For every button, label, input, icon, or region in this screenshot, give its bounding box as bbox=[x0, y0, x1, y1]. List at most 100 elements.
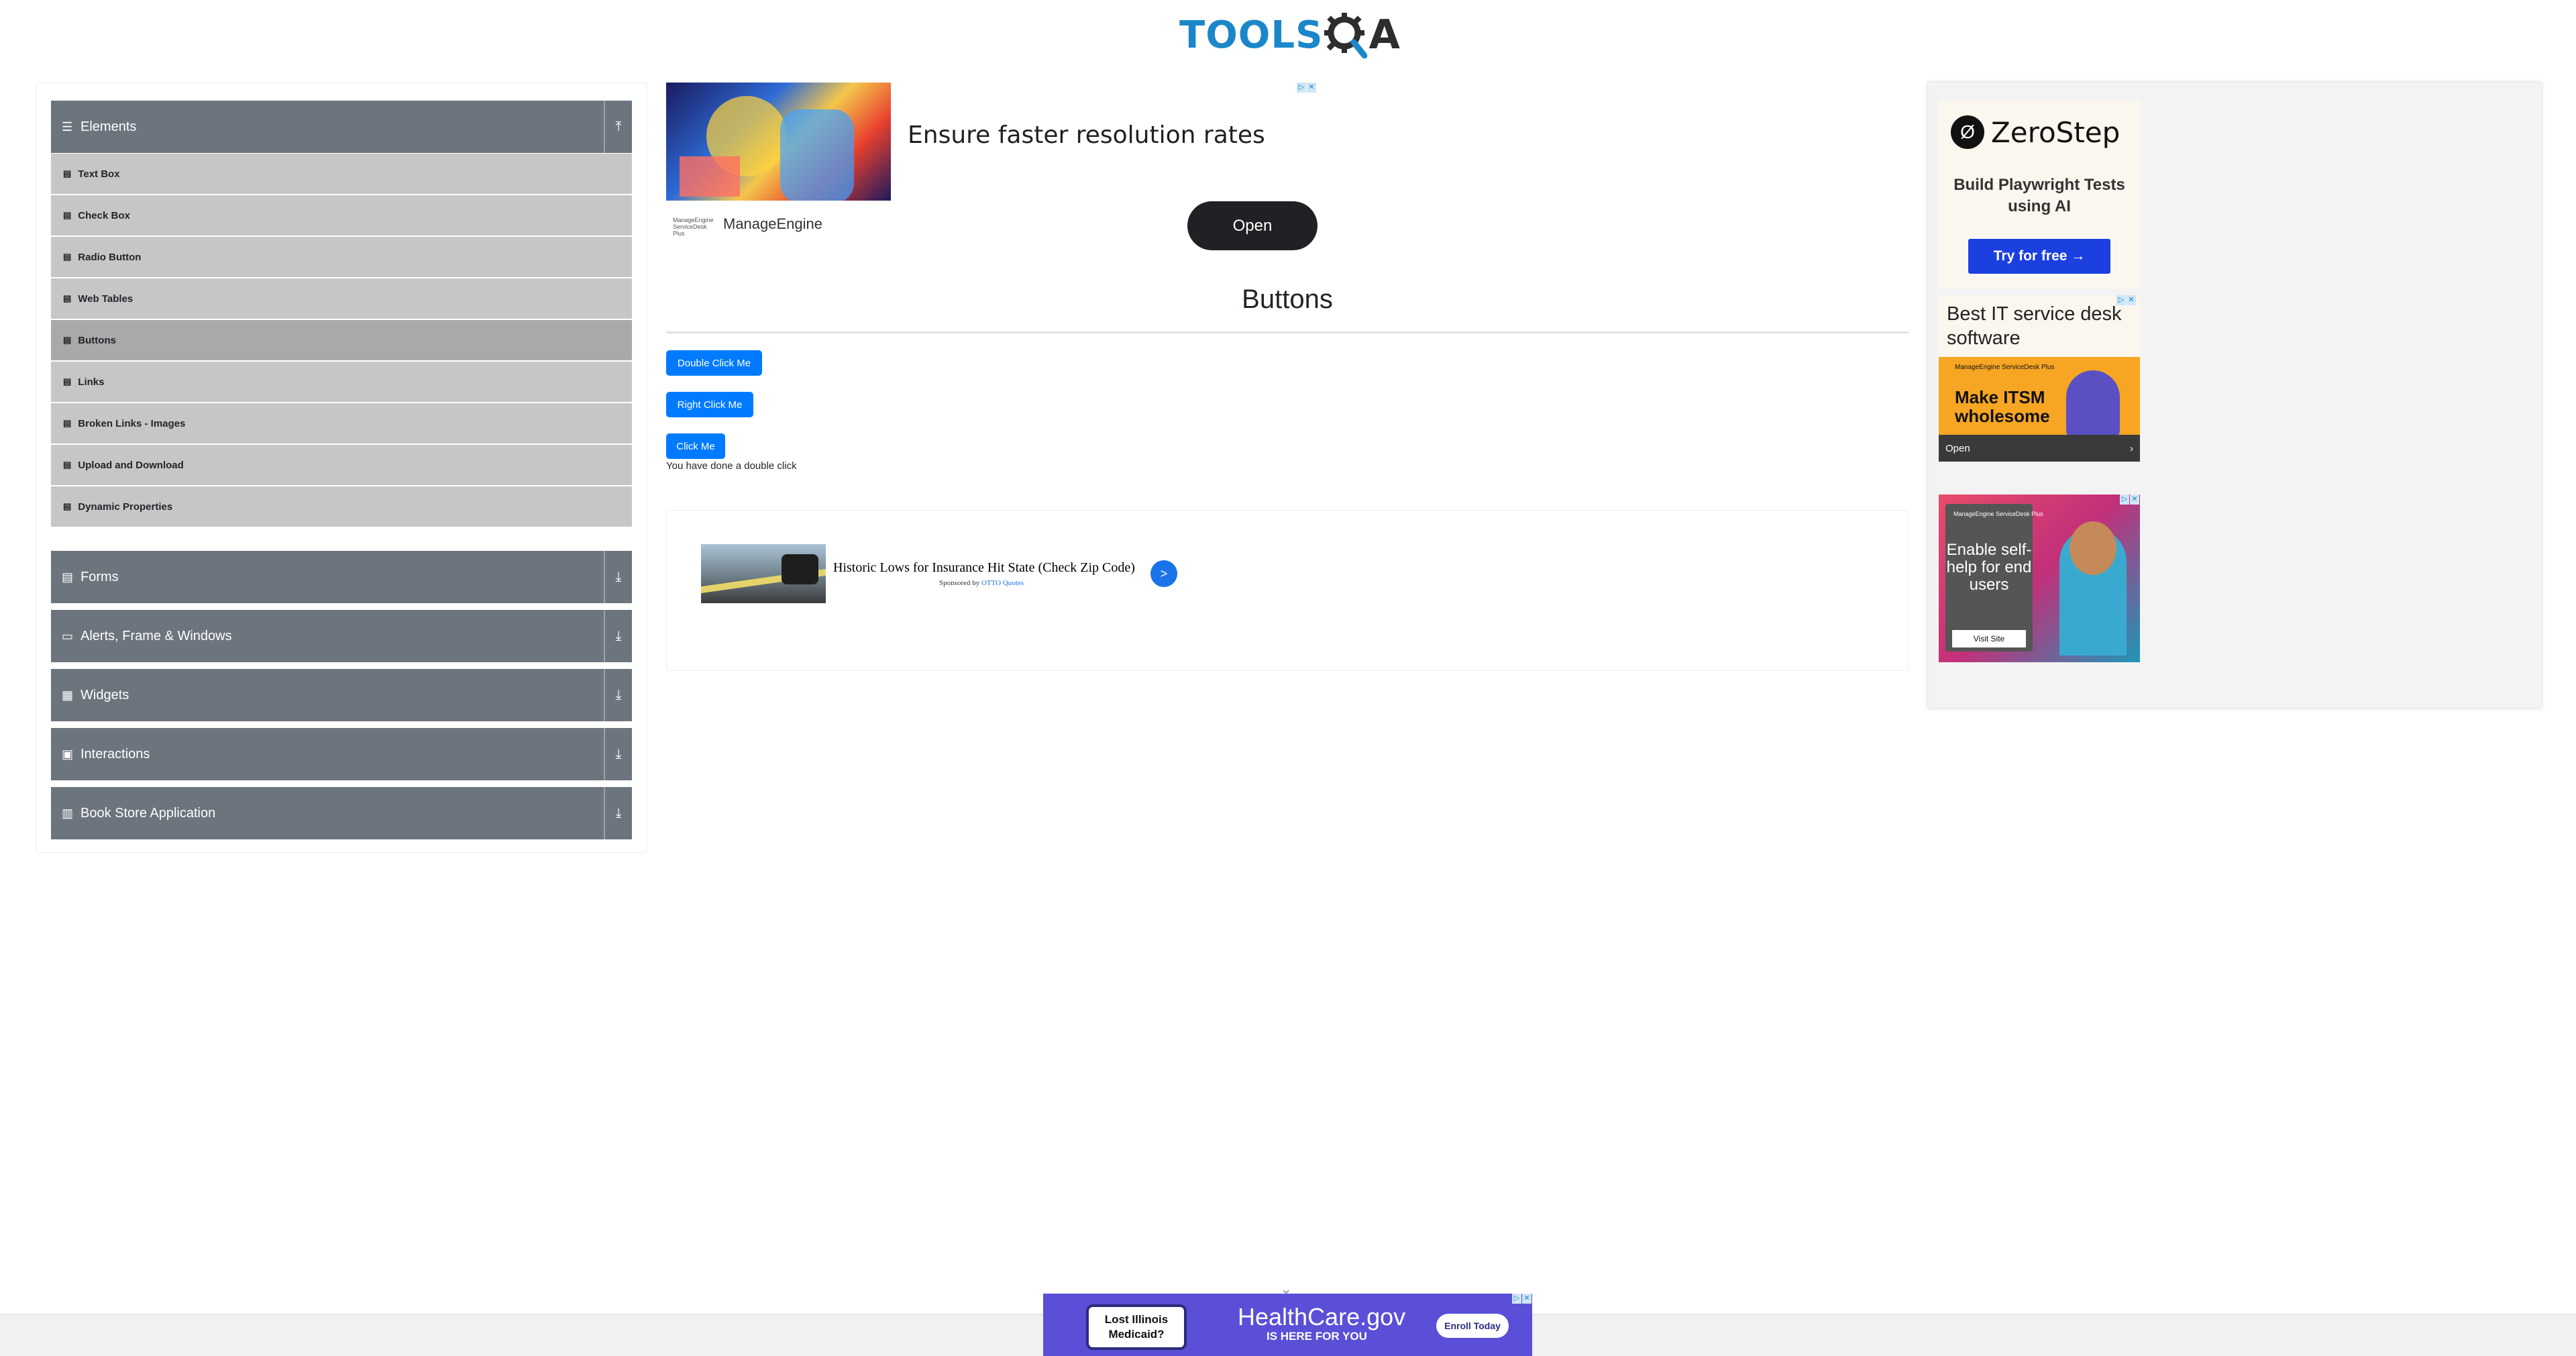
sidebar-item-upload-download[interactable]: ▤ Upload and Download bbox=[51, 445, 632, 486]
adchoices-icon[interactable]: ▷ ✕ bbox=[2116, 295, 2137, 305]
enroll-today-button[interactable]: Enroll Today bbox=[1436, 1314, 1509, 1338]
group-alerts-frame-windows[interactable]: ▭ Alerts, Frame & Windows ⤓ bbox=[51, 610, 632, 662]
hand-icon: ▣ bbox=[62, 747, 74, 761]
sidebar-item-radio-button[interactable]: ▤ Radio Button bbox=[51, 237, 632, 278]
page-title: Buttons bbox=[1242, 284, 1333, 314]
grid-icon: ▦ bbox=[62, 688, 74, 702]
sidebar-item-label: Check Box bbox=[78, 209, 130, 221]
adchoices-icon[interactable]: ▷ ✕ bbox=[1297, 83, 1317, 93]
group-book-store[interactable]: ▥ Book Store Application ⤓ bbox=[51, 787, 632, 839]
zerostep-ad[interactable]: Ø ZeroStep Build Playwright Tests using … bbox=[1939, 101, 2140, 289]
ad-open-button[interactable]: Open bbox=[1187, 201, 1318, 250]
sidebar-item-label: Radio Button bbox=[78, 251, 142, 263]
ad-brand: HealthCare.gov bbox=[1238, 1303, 1406, 1331]
expand-icon[interactable]: ⤓ bbox=[604, 610, 632, 662]
group-elements[interactable]: ☰ Elements ⤒ bbox=[51, 101, 632, 153]
ad-brand: ManageEngine ServiceDesk Plus bbox=[1953, 511, 2043, 517]
sidebar-item-label: Buttons bbox=[78, 334, 116, 346]
sponsor-link[interactable]: OTTO Quotes bbox=[981, 579, 1024, 587]
expand-icon[interactable]: ⤓ bbox=[604, 787, 632, 839]
inline-sponsored-ad[interactable]: Historic Lows for Insurance Hit State (C… bbox=[666, 510, 1909, 671]
doc-icon: ▤ bbox=[63, 376, 72, 386]
ad-open-label: Open bbox=[1945, 442, 1970, 454]
ad-go-button[interactable]: > bbox=[1150, 560, 1177, 587]
sidebar-item-label: Links bbox=[78, 376, 105, 388]
visit-site-button[interactable]: Visit Site bbox=[1952, 630, 2026, 647]
ad-face-image bbox=[2070, 521, 2116, 575]
ad-brand: ManageEngine ServiceDesk Plus bbox=[1955, 364, 2055, 371]
sidebar-item-label: Web Tables bbox=[78, 293, 133, 305]
sponsored-prefix: Sponsored by bbox=[939, 579, 980, 587]
doc-icon: ▤ bbox=[63, 210, 72, 220]
ad-headline: Best IT service desk software bbox=[1947, 303, 2122, 349]
right-click-button[interactable]: Right Click Me bbox=[666, 392, 753, 417]
logo-text: TOOLS bbox=[1179, 13, 1324, 57]
ad-image bbox=[666, 83, 891, 201]
expand-icon[interactable]: ⤓ bbox=[604, 728, 632, 780]
sidebar-item-dynamic-properties[interactable]: ▤ Dynamic Properties bbox=[51, 486, 632, 528]
top-banner-ad[interactable]: Ensure faster resolution rates ManageEng… bbox=[666, 83, 1318, 253]
sidebar-item-check-box[interactable]: ▤ Check Box bbox=[51, 195, 632, 237]
group-label: Alerts, Frame & Windows bbox=[80, 628, 232, 643]
sidebar-item-label: Upload and Download bbox=[78, 459, 184, 471]
sidebar-item-buttons[interactable]: ▤ Buttons bbox=[51, 320, 632, 362]
sidebar-item-label: Broken Links - Images bbox=[78, 417, 186, 429]
double-click-message: You have done a double click bbox=[666, 460, 797, 472]
elements-menu: ▤ Text Box ▤ Check Box ▤ Radio Button ▤ Web … bbox=[51, 154, 632, 528]
ad-title[interactable]: Historic Lows for Insurance Hit State (C… bbox=[833, 560, 1135, 576]
doc-icon: ▤ bbox=[63, 501, 72, 511]
zerostep-logo: Ø ZeroStep bbox=[1951, 115, 2120, 149]
ad-text: Enable self-help for end users bbox=[1946, 541, 2032, 594]
toolsqa-logo[interactable]: TOOLS A bbox=[1179, 9, 1400, 60]
adchoices-icon[interactable]: ▷ ✕ bbox=[2120, 494, 2140, 505]
sidebar-item-label: Text Box bbox=[78, 168, 120, 180]
ad-subtitle: IS HERE FOR YOU bbox=[1267, 1330, 1367, 1343]
sidebar-item-links[interactable]: ▤ Links bbox=[51, 362, 632, 403]
book-icon: ▥ bbox=[62, 806, 74, 820]
sidebar-item-text-box[interactable]: ▤ Text Box bbox=[51, 154, 632, 195]
collapse-icon[interactable]: ⤒ bbox=[604, 101, 632, 153]
doc-icon: ▤ bbox=[63, 168, 72, 178]
doc-icon: ▤ bbox=[63, 335, 72, 345]
ad-headline: Ensure faster resolution rates bbox=[908, 121, 1265, 149]
page-root: TOOLS A ☰ Elements ⤒ ▤ Text Box ▤ Check B bbox=[0, 0, 2576, 1356]
expand-icon[interactable]: ⤓ bbox=[604, 551, 632, 603]
window-icon: ▭ bbox=[62, 629, 74, 643]
try-free-button[interactable]: Try for free → bbox=[1966, 237, 2112, 276]
click-me-button[interactable]: Click Me bbox=[666, 433, 725, 459]
sidebar-item-broken-links[interactable]: ▤ Broken Links - Images bbox=[51, 403, 632, 445]
group-widgets[interactable]: ▦ Widgets ⤓ bbox=[51, 669, 632, 721]
sidebar-item-label: Dynamic Properties bbox=[78, 501, 173, 513]
left-sidebar: ☰ Elements ⤒ ▤ Text Box ▤ Check Box ▤ Radio… bbox=[36, 83, 647, 853]
gear-icon bbox=[1324, 13, 1368, 58]
zerostep-logo-icon: Ø bbox=[1951, 115, 1984, 149]
doc-icon: ▤ bbox=[63, 293, 72, 303]
double-click-button[interactable]: Double Click Me bbox=[666, 350, 762, 376]
menu-icon: ☰ bbox=[62, 119, 73, 134]
ad-image bbox=[701, 544, 826, 603]
ad-open-bar[interactable]: Open › bbox=[1939, 435, 2140, 462]
title-divider bbox=[666, 331, 1909, 333]
bottom-banner-ad[interactable]: Lost Illinois Medicaid? HealthCare.gov I… bbox=[1043, 1294, 1532, 1356]
group-label: Interactions bbox=[80, 746, 150, 762]
ad-brand-logo: ManageEngine ServiceDesk Plus bbox=[673, 217, 714, 237]
adchoices-icon[interactable]: ▷ ✕ bbox=[1512, 1294, 1532, 1304]
ad-badge: Lost Illinois Medicaid? bbox=[1086, 1304, 1187, 1350]
group-forms[interactable]: ▤ Forms ⤓ bbox=[51, 551, 632, 603]
selfhelp-ad[interactable]: ManageEngine ServiceDesk Plus Enable sel… bbox=[1939, 494, 2140, 662]
manageengine-side-ad[interactable]: Best IT service desk software ▷ ✕ ManageE… bbox=[1939, 295, 2140, 462]
chevron-right-icon: › bbox=[2130, 442, 2133, 454]
doc-icon: ▤ bbox=[63, 418, 72, 428]
zerostep-name: ZeroStep bbox=[1991, 115, 2121, 149]
ad-brand: ManageEngine bbox=[723, 215, 823, 232]
zerostep-tagline: Build Playwright Tests using AI bbox=[1953, 176, 2125, 215]
group-interactions[interactable]: ▣ Interactions ⤓ bbox=[51, 728, 632, 780]
group-label: Book Store Application bbox=[80, 805, 216, 821]
ad-sponsored: Sponsored by OTTO Quotes bbox=[939, 579, 1024, 587]
group-label: Widgets bbox=[80, 687, 129, 702]
doc-icon: ▤ bbox=[63, 252, 72, 262]
group-label: Elements bbox=[80, 119, 137, 134]
expand-icon[interactable]: ⤓ bbox=[604, 669, 632, 721]
sidebar-item-web-tables[interactable]: ▤ Web Tables bbox=[51, 278, 632, 320]
logo-letter: A bbox=[1368, 11, 1400, 58]
